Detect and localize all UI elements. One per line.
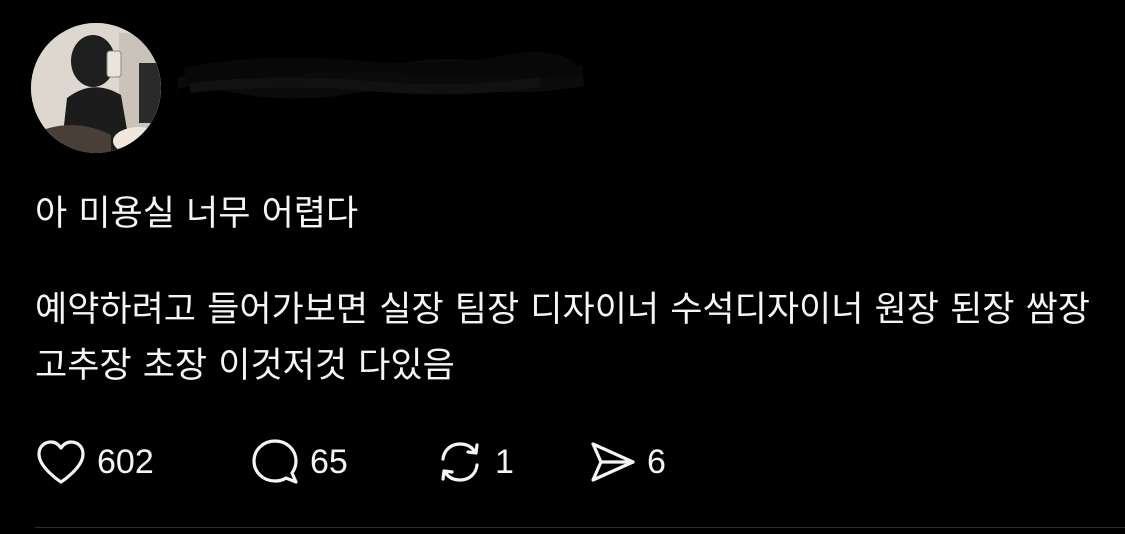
post-body: 예약하려고 들어가보면 실장 팀장 디자이너 수석디자이너 원장 된장 쌈장 고… [35,290,1091,386]
repost-count: 1 [495,442,514,481]
post-actions: 602 65 1 6 [35,436,707,488]
like-button[interactable]: 602 [35,438,250,486]
repost-button[interactable]: 1 [435,437,587,487]
comment-count: 65 [310,442,348,481]
share-button[interactable]: 6 [587,437,707,487]
post-title: 아 미용실 너무 어렵다 [35,194,359,234]
post-divider [35,527,1125,528]
like-count: 602 [97,442,154,481]
comment-button[interactable]: 65 [250,437,435,487]
author-avatar[interactable] [31,23,161,153]
heart-icon [35,438,87,486]
share-count: 6 [647,442,666,481]
speech-bubble-icon [250,437,300,487]
repost-icon [435,437,485,487]
username-redacted [170,38,590,110]
paper-plane-icon [587,437,637,487]
